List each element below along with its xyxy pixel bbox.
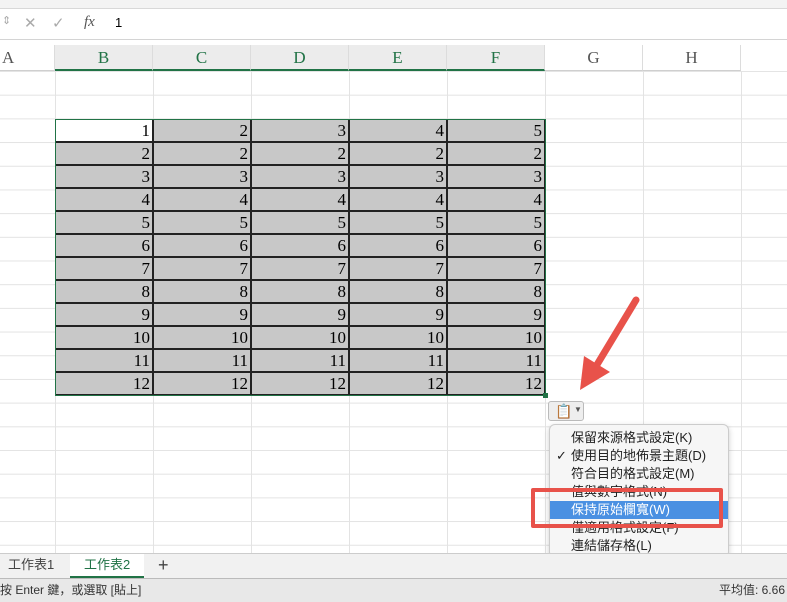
paste-option-label: 連結儲存格(L)	[571, 538, 652, 553]
name-box-stepper-icon[interactable]: ⇕	[2, 14, 11, 27]
tab-sheet2[interactable]: 工作表2	[70, 554, 145, 578]
fill-handle[interactable]	[543, 393, 548, 398]
clipboard-icon: 📋	[555, 403, 573, 419]
column-header-f[interactable]: F	[447, 45, 545, 71]
column-header-h[interactable]: H	[643, 45, 741, 71]
column-header-g[interactable]: G	[545, 45, 643, 71]
chevron-down-icon: ▼	[574, 405, 582, 414]
annotation-highlight-box	[531, 488, 723, 528]
paste-option-item[interactable]: 符合目的格式設定(M)	[550, 465, 728, 483]
column-header-a[interactable]: A	[0, 45, 55, 71]
paste-option-item[interactable]: ✓ 使用目的地佈景主題(D)	[550, 447, 728, 465]
annotation-arrow	[580, 296, 640, 390]
column-header-d[interactable]: D	[251, 45, 349, 71]
function-icon[interactable]: fx	[84, 14, 95, 31]
selection-border	[55, 119, 546, 396]
paste-option-label: 使用目的地佈景主題(D)	[571, 448, 707, 463]
tab-sheet1[interactable]: 工作表1	[0, 554, 62, 578]
status-message: 按 Enter 鍵，或選取 [貼上]	[0, 583, 142, 597]
check-icon: ✓	[556, 448, 567, 463]
column-header-c[interactable]: C	[153, 45, 251, 71]
paste-option-item[interactable]: 保留來源格式設定(K)	[550, 429, 728, 447]
cancel-icon[interactable]: ✕	[24, 14, 37, 32]
paste-option-label: 保留來源格式設定(K)	[571, 430, 693, 445]
confirm-icon[interactable]: ✓	[52, 14, 65, 32]
paste-option-label: 符合目的格式設定(M)	[571, 466, 695, 481]
formula-bar: ⇕ ✕ ✓ fx 1	[0, 0, 787, 40]
column-header-e[interactable]: E	[349, 45, 447, 71]
column-divider	[741, 71, 742, 553]
paste-options-button[interactable]: 📋 ▼	[548, 401, 584, 421]
status-bar: 按 Enter 鍵，或選取 [貼上] 平均值: 6.66	[0, 578, 787, 602]
status-average: 平均值: 6.66	[718, 583, 785, 597]
add-sheet-button[interactable]: +	[150, 554, 177, 578]
column-header-b[interactable]: B	[55, 45, 153, 71]
sheet-tabs: 工作表1 工作表2 +	[0, 553, 787, 578]
formula-input[interactable]: 1	[115, 15, 122, 30]
